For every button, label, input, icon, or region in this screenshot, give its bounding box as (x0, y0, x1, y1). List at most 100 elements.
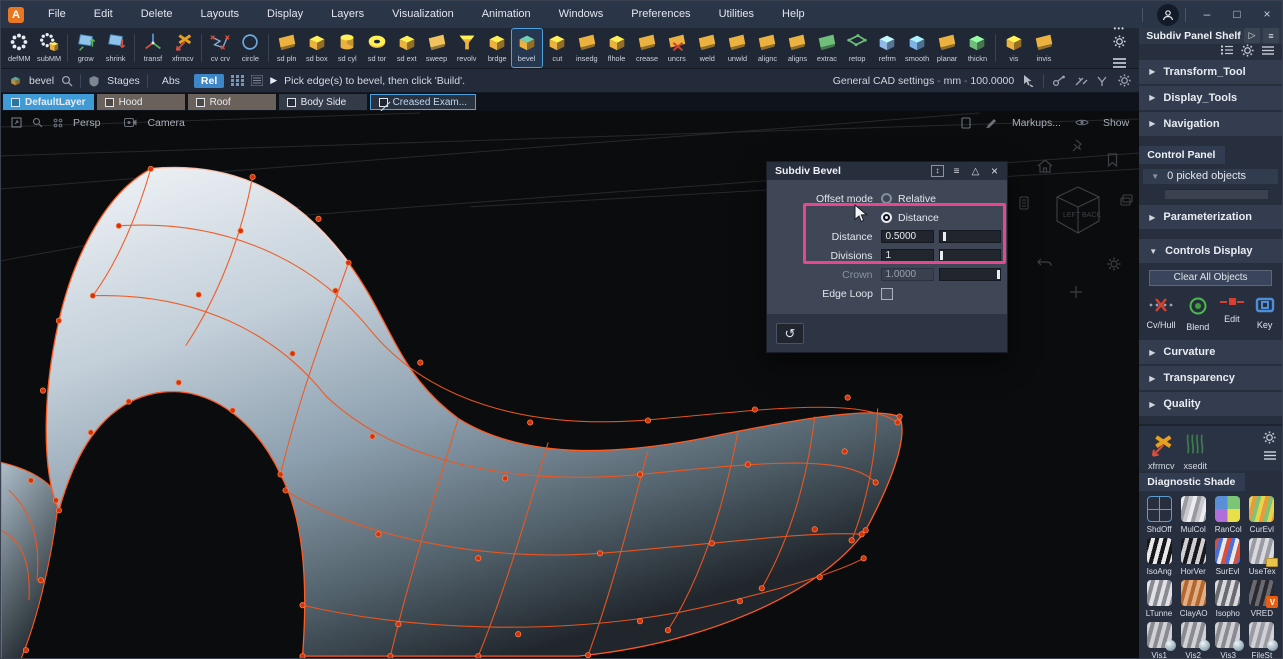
sd-pln-tool[interactable]: sd pln (272, 29, 302, 67)
control-point[interactable] (90, 293, 95, 298)
grow-tool[interactable]: grow (71, 29, 101, 67)
sd-cyl-tool[interactable]: sd cyl (332, 29, 362, 67)
clear-all-objects-button[interactable]: Clear All Objects (1149, 270, 1272, 286)
pick-cursor-icon[interactable] (1022, 74, 1035, 87)
control-point[interactable] (333, 288, 338, 293)
control-point[interactable] (388, 653, 393, 658)
search-icon[interactable] (61, 75, 73, 87)
control-point[interactable] (396, 621, 401, 626)
edit-toggle[interactable]: Edit (1220, 296, 1244, 332)
flhole-tool[interactable]: flhole (602, 29, 632, 67)
add-view-icon[interactable] (1069, 285, 1083, 299)
list-options-icon[interactable] (251, 75, 263, 86)
shelf-list-icon[interactable] (1221, 45, 1233, 58)
control-point[interactable] (845, 395, 850, 400)
xfrmcv-tool[interactable]: xfrmcv (168, 29, 198, 67)
control-point[interactable] (283, 488, 288, 493)
control-point[interactable] (23, 647, 28, 652)
layers-icon[interactable] (1119, 193, 1135, 207)
layer-tab-roof[interactable]: Roof (188, 94, 276, 110)
control-point[interactable] (88, 430, 93, 435)
frame-icon[interactable] (961, 117, 971, 129)
toolbar-gear-icon[interactable] (1113, 35, 1126, 53)
picked-dropdown-icon[interactable]: ▼ (1151, 172, 1159, 181)
section-transform-tool[interactable]: ▶Transform_Tool (1139, 60, 1282, 84)
control-point[interactable] (861, 556, 866, 561)
defmm-tool[interactable]: defMM (4, 29, 34, 67)
rancol-shade-tile[interactable]: RanCol (1211, 496, 1245, 534)
smooth-tool[interactable]: smooth (902, 29, 932, 67)
control-point[interactable] (56, 318, 61, 323)
control-point[interactable] (176, 380, 181, 385)
camera-label[interactable]: Camera (147, 117, 184, 129)
alignc-tool[interactable]: alignc (752, 29, 782, 67)
control-point[interactable] (812, 527, 817, 532)
control-point[interactable] (895, 420, 900, 425)
control-point[interactable] (709, 541, 714, 546)
control-point[interactable] (515, 631, 520, 636)
picked-objects-field[interactable] (1165, 189, 1268, 199)
brdge-tool[interactable]: brdge (482, 29, 512, 67)
control-point[interactable] (637, 619, 642, 624)
ltunne-shade-tile[interactable]: LTunne (1142, 580, 1176, 618)
vis3-shade-tile[interactable]: Vis3 (1211, 622, 1245, 659)
menu-layouts[interactable]: Layouts (187, 8, 254, 20)
object-lister-icon[interactable] (1017, 195, 1031, 211)
menu-preferences[interactable]: Preferences (617, 8, 704, 20)
crease-tool[interactable]: crease (632, 29, 662, 67)
sd-tor-tool[interactable]: sd tor (362, 29, 392, 67)
planar-tool[interactable]: planar (932, 29, 962, 67)
control-point[interactable] (897, 414, 902, 419)
vred-shade-tile[interactable]: VVRED (1245, 580, 1279, 618)
account-icon[interactable] (1157, 4, 1179, 26)
section-display-tools[interactable]: ▶Display_Tools (1139, 86, 1282, 110)
thickn-tool[interactable]: thickn (962, 29, 992, 67)
bevel-tool[interactable]: bevel (512, 29, 542, 67)
extrac-tool[interactable]: extrac (812, 29, 842, 67)
control-point[interactable] (230, 408, 235, 413)
control-point[interactable] (752, 407, 757, 412)
radio-relative[interactable] (881, 193, 892, 204)
shdoff-shade-tile[interactable]: ShdOff (1142, 496, 1176, 534)
control-point[interactable] (476, 556, 481, 561)
cv-hull-toggle[interactable]: Cv/Hull (1147, 296, 1176, 332)
link-icon[interactable] (1052, 75, 1066, 87)
isopho-shade-tile[interactable]: Isopho (1211, 580, 1245, 618)
menu-delete[interactable]: Delete (127, 8, 187, 20)
rel-toggle[interactable]: Rel (194, 74, 224, 88)
menu-animation[interactable]: Animation (468, 8, 545, 20)
control-point[interactable] (597, 551, 602, 556)
view-settings-gear-icon[interactable] (1107, 257, 1121, 271)
layer-tab-body-side[interactable]: Body Side (279, 94, 367, 110)
slider-handle[interactable] (940, 251, 943, 260)
reset-button[interactable]: ↺ (776, 323, 804, 344)
control-point[interactable] (859, 532, 864, 537)
menu-visualization[interactable]: Visualization (378, 8, 468, 20)
layer-checkbox[interactable] (105, 98, 114, 107)
xsedit-shelf-tool[interactable]: xsedit (1181, 430, 1209, 471)
control-point[interactable] (665, 627, 670, 632)
overflow-dots-icon[interactable]: ••• (1114, 24, 1125, 33)
control-point[interactable] (527, 420, 532, 425)
vis2-shade-tile[interactable]: Vis2 (1176, 622, 1210, 659)
control-point[interactable] (346, 260, 351, 265)
refrm-tool[interactable]: refrm (872, 29, 902, 67)
retop-tool[interactable]: retop (842, 29, 872, 67)
edge-loop-checkbox[interactable] (881, 288, 893, 300)
control-point[interactable] (56, 508, 61, 513)
control-point[interactable] (585, 652, 590, 657)
sd-ext-tool[interactable]: sd ext (392, 29, 422, 67)
menu-display[interactable]: Display (253, 8, 317, 20)
control-point[interactable] (849, 538, 854, 543)
dialog-title-bar[interactable]: Subdiv Bevel ↕ ≡ △ × (767, 162, 1007, 180)
control-point[interactable] (28, 478, 33, 483)
app-logo-icon[interactable]: A (8, 7, 24, 23)
dialog-close-icon[interactable]: × (988, 164, 1001, 178)
control-point[interactable] (370, 434, 375, 439)
view-label[interactable]: Persp (73, 117, 100, 129)
camera-icon[interactable] (124, 118, 137, 127)
menu-windows[interactable]: Windows (545, 8, 618, 20)
settings-part-mm[interactable]: mm (944, 75, 962, 87)
section-controls-display[interactable]: ▼Controls Display (1139, 239, 1282, 263)
shelf-gear-icon[interactable] (1263, 431, 1276, 447)
